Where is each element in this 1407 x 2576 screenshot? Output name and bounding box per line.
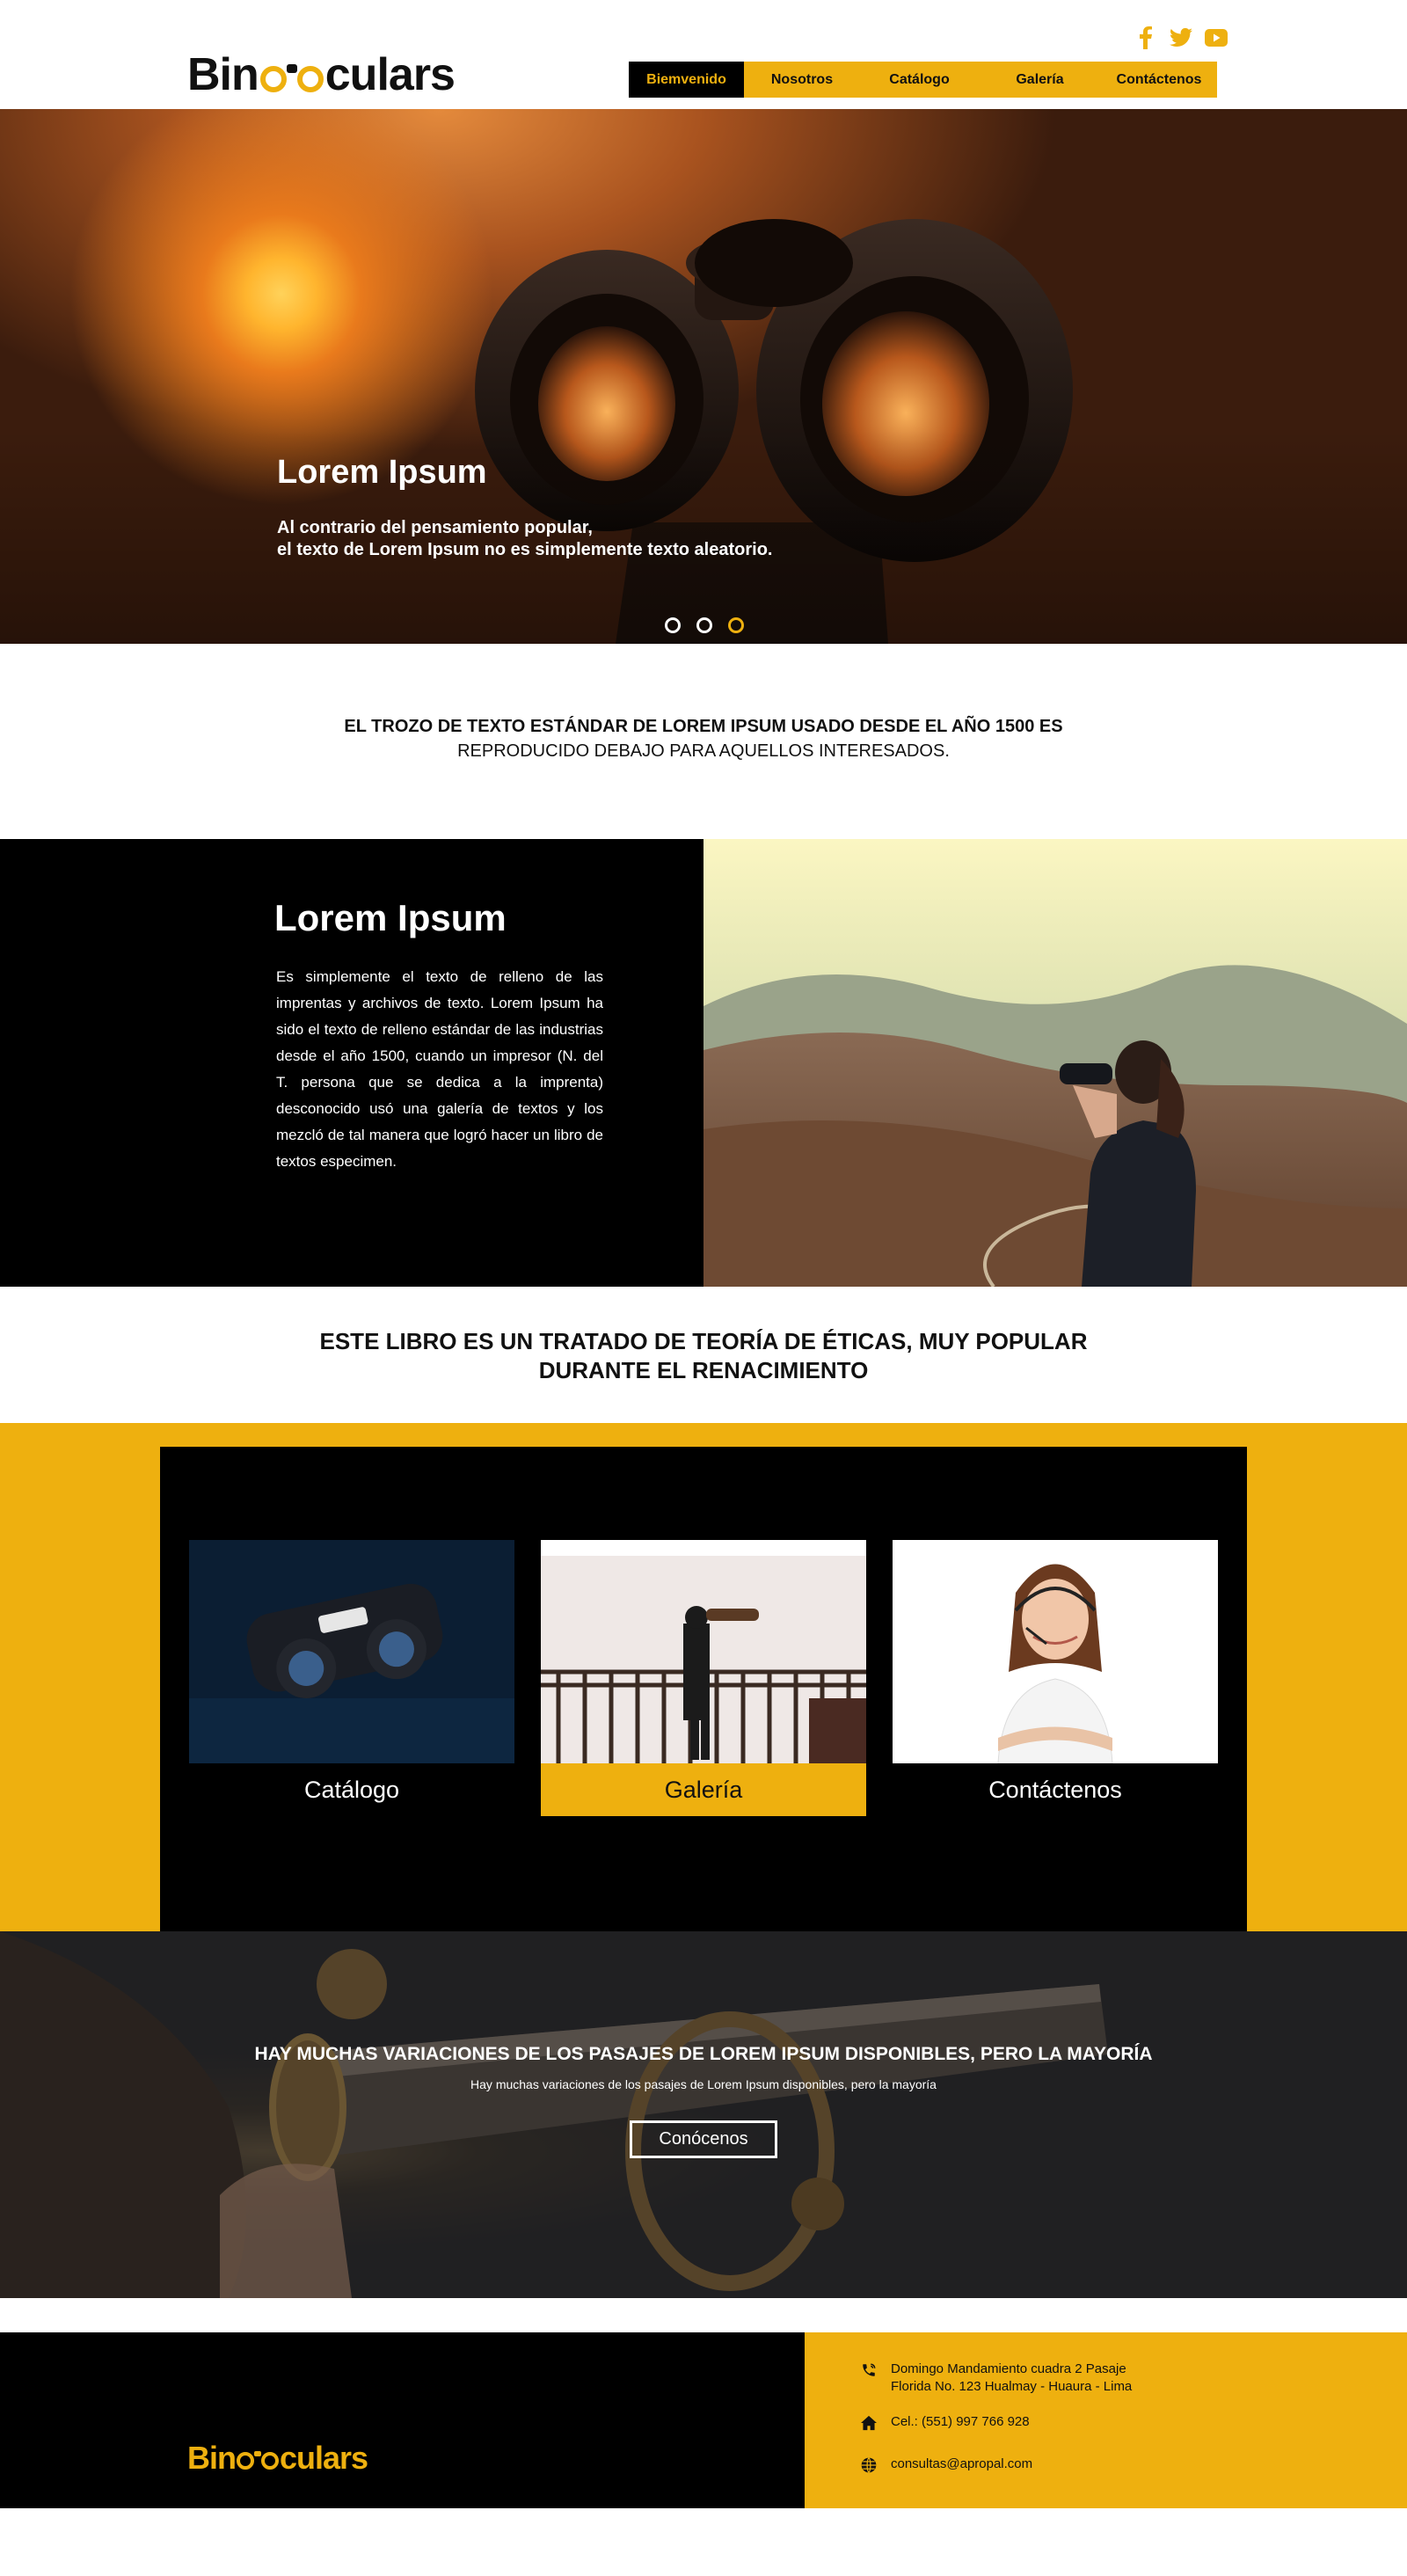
quote-band: ESTE LIBRO ES UN TRATADO DE TEORÍA DE ÉT… bbox=[0, 1287, 1407, 1423]
card-catalogo-label: Catálogo bbox=[303, 1776, 400, 1803]
slider-dot-2[interactable] bbox=[696, 617, 712, 633]
card-galeria[interactable]: Galería bbox=[541, 1540, 866, 1816]
hero-title: Lorem Ipsum bbox=[277, 454, 487, 491]
globe-icon bbox=[859, 2456, 878, 2475]
nav-item-contactenos[interactable]: Contáctenos bbox=[1101, 62, 1217, 98]
footer-email: consultas@apropal.com bbox=[859, 2456, 1032, 2475]
footer-phone: Cel.: (551) 997 766 928 bbox=[859, 2413, 1030, 2433]
card-contactenos[interactable]: Contáctenos bbox=[893, 1540, 1218, 1816]
footer-address: Domingo Mandamiento cuadra 2 Pasaje Flor… bbox=[859, 2361, 1132, 2396]
social-links bbox=[1134, 26, 1228, 49]
intro-heading-line-1: EL TROZO DE TEXTO ESTÁNDAR DE LOREM IPSU… bbox=[344, 717, 1063, 736]
footer-left: Bin culars bbox=[0, 2332, 805, 2508]
card-catalogo-image bbox=[189, 1540, 514, 1763]
youtube-icon[interactable] bbox=[1205, 26, 1228, 49]
footer-email-link[interactable]: consultas@apropal.com bbox=[891, 2456, 1032, 2473]
logo-prefix: Bin bbox=[187, 49, 259, 100]
footer-phone-text[interactable]: Cel.: (551) 997 766 928 bbox=[891, 2413, 1030, 2431]
footer-logo-mark bbox=[237, 2447, 279, 2470]
footer-logo-suffix: culars bbox=[280, 2440, 368, 2476]
cards-section: Catálogo Galería Contáctenos bbox=[0, 1423, 1407, 1931]
hero-subtitle-line-2: el texto de Lorem Ipsum no es simplement… bbox=[277, 540, 773, 559]
card-contactenos-image bbox=[893, 1540, 1218, 1763]
card-galeria-label: Galería bbox=[541, 1763, 866, 1816]
slider-dot-3[interactable] bbox=[728, 617, 744, 633]
hero-subtitle: Al contrario del pensamiento popular, el… bbox=[277, 517, 772, 561]
home-icon bbox=[859, 2413, 878, 2433]
feature-photo-woman-binoculars bbox=[704, 839, 1407, 1287]
promo-section: HAY MUCHAS VARIACIONES DE LOS PASAJES DE… bbox=[0, 1931, 1407, 2298]
quote-band-line-2: DURANTE EL RENACIMIENTO bbox=[538, 1357, 869, 1383]
facebook-icon[interactable] bbox=[1134, 26, 1157, 49]
card-contactenos-label: Contáctenos bbox=[988, 1776, 1122, 1803]
intro-heading-line-2: REPRODUCIDO DEBAJO PARA AQUELLOS INTERES… bbox=[457, 741, 950, 761]
hero-slider: Lorem Ipsum Al contrario del pensamiento… bbox=[0, 109, 1407, 644]
phone-ring-icon bbox=[859, 2361, 878, 2380]
footer-address-line-2: Florida No. 123 Hualmay - Huaura - Lima bbox=[891, 2379, 1133, 2394]
hero-subtitle-line-1: Al contrario del pensamiento popular, bbox=[277, 518, 593, 537]
feature-title: Lorem Ipsum bbox=[274, 897, 507, 938]
card-galeria-image bbox=[541, 1540, 866, 1763]
slider-dot-1[interactable] bbox=[665, 617, 681, 633]
nav-item-nosotros[interactable]: Nosotros bbox=[744, 62, 860, 98]
logo-suffix: culars bbox=[324, 49, 456, 100]
nav-item-catalogo[interactable]: Catálogo bbox=[860, 62, 979, 98]
feature-body: Es simplemente el texto de relleno de la… bbox=[276, 968, 603, 1170]
promo-title: HAY MUCHAS VARIACIONES DE LOS PASAJES DE… bbox=[254, 2044, 1153, 2064]
promo-subtitle: Hay muchas variaciones de los pasajes de… bbox=[470, 2077, 937, 2091]
nav-item-biemvenido[interactable]: Biemvenido bbox=[629, 62, 744, 98]
site-header: Bin culars Biemvenido Nosotros Catálogo … bbox=[0, 0, 1407, 109]
site-logo[interactable]: Bin culars bbox=[187, 49, 456, 100]
cards-container: Catálogo Galería Contáctenos bbox=[160, 1447, 1247, 1931]
intro-section: EL TROZO DE TEXTO ESTÁNDAR DE LOREM IPSU… bbox=[0, 644, 1407, 839]
card-catalogo[interactable]: Catálogo bbox=[189, 1540, 514, 1816]
footer-address-line-1: Domingo Mandamiento cuadra 2 Pasaje bbox=[891, 2361, 1126, 2376]
slider-dots bbox=[665, 617, 744, 633]
quote-band-line-1: ESTE LIBRO ES UN TRATADO DE TEORÍA DE ÉT… bbox=[319, 1328, 1088, 1354]
site-footer: Bin culars Domingo Mandamiento cuadra 2 … bbox=[0, 2332, 1407, 2508]
nav-item-galeria[interactable]: Galería bbox=[979, 62, 1101, 98]
twitter-icon[interactable] bbox=[1170, 26, 1192, 49]
footer-logo-prefix: Bin bbox=[187, 2440, 237, 2476]
logo-binocular-mark bbox=[259, 57, 324, 92]
conocenos-button[interactable]: Conócenos bbox=[630, 2120, 777, 2158]
footer-logo[interactable]: Bin culars bbox=[187, 2440, 368, 2477]
feature-section: Lorem Ipsum Es simplemente el texto de r… bbox=[0, 839, 1407, 1287]
main-nav: Biemvenido Nosotros Catálogo Galería Con… bbox=[629, 62, 1217, 98]
